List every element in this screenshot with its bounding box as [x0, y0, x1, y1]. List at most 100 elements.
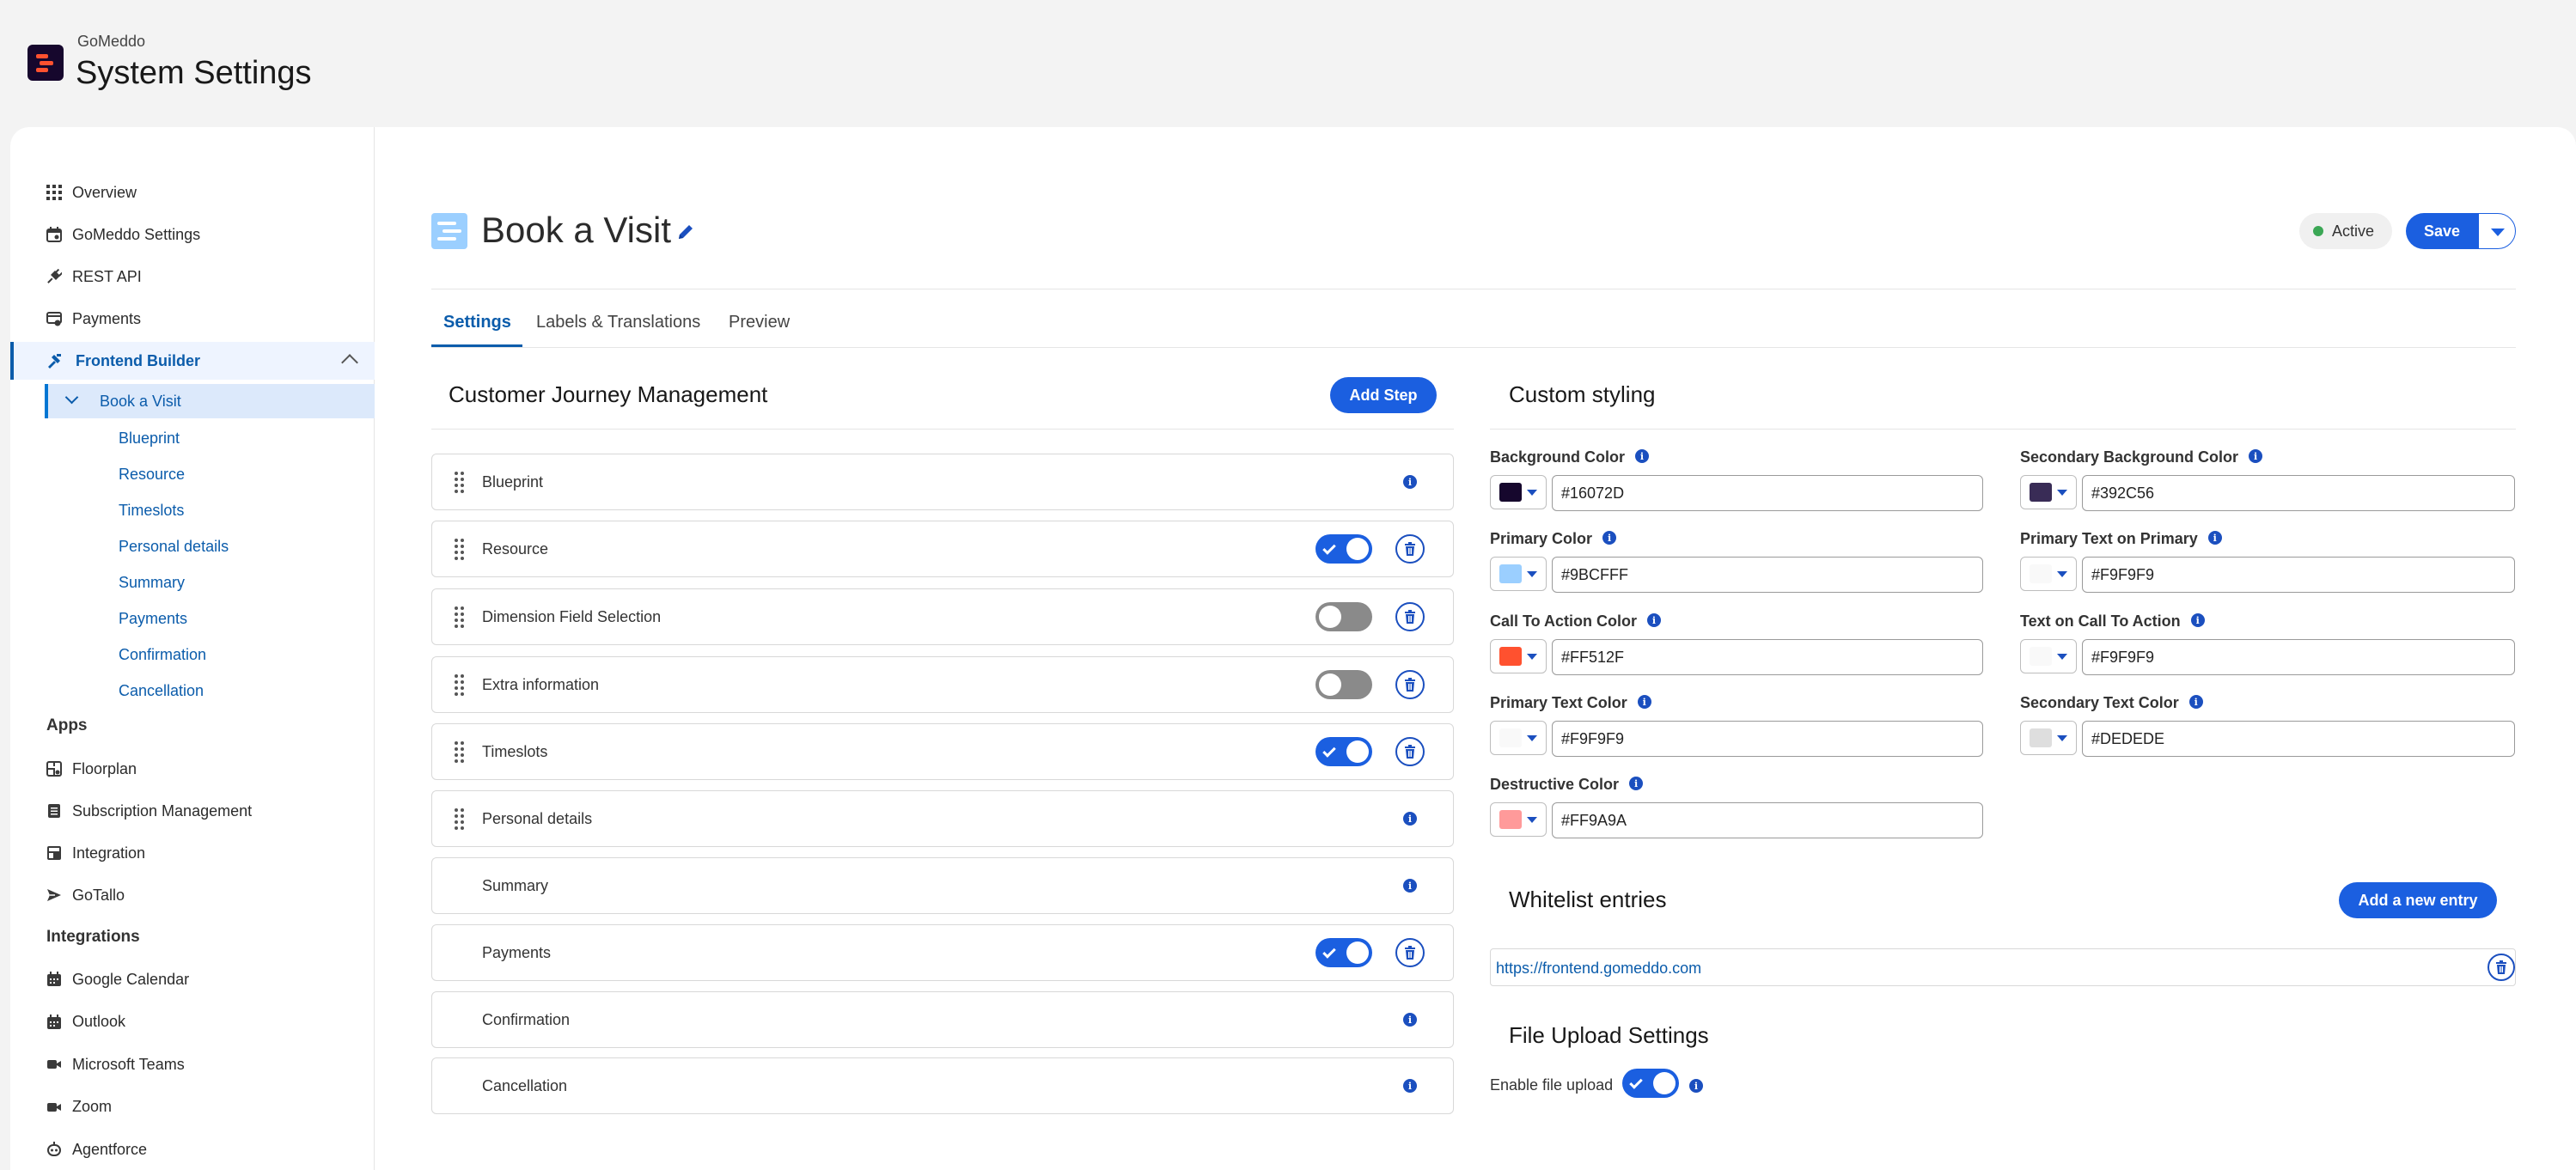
drag-handle-icon[interactable]: [455, 539, 465, 561]
add-step-button[interactable]: Add Step: [1330, 377, 1437, 413]
sidebar-item-agentforce[interactable]: Agentforce: [10, 1130, 375, 1168]
destructive-color-input[interactable]: #FF9A9A: [1552, 802, 1983, 838]
drag-handle-icon[interactable]: [455, 808, 465, 831]
info-icon[interactable]: i: [1403, 1013, 1417, 1027]
color-swatch: [1499, 483, 1522, 502]
save-options-dropdown[interactable]: [2478, 213, 2516, 249]
primary-color-input[interactable]: #9BCFFF: [1552, 557, 1983, 593]
sidebar-link-timeslots[interactable]: Timeslots: [119, 502, 184, 520]
primary-text-color-input[interactable]: #F9F9F9: [1552, 721, 1983, 757]
info-icon[interactable]: i: [1403, 879, 1417, 893]
trash-icon: [1405, 610, 1415, 624]
primary-text-on-primary-picker[interactable]: [2020, 557, 2077, 591]
background-color-label: Background Color: [1490, 448, 1625, 466]
tab-labels-translations[interactable]: Labels & Translations: [536, 313, 700, 332]
chevron-up-icon[interactable]: [341, 354, 358, 371]
sidebar-link-payments[interactable]: Payments: [119, 610, 187, 628]
sidebar-item-label: Integration: [72, 844, 146, 862]
journey-step-name: Extra information: [482, 676, 600, 693]
destructive-color-picker[interactable]: [1490, 802, 1547, 837]
sidebar-link-resource[interactable]: Resource: [119, 466, 185, 484]
sidebar-link-personal-details[interactable]: Personal details: [119, 538, 229, 556]
tab-preview[interactable]: Preview: [729, 313, 790, 332]
delete-whitelist-entry-button[interactable]: [2487, 954, 2515, 981]
sidebar-link-confirmation[interactable]: Confirmation: [119, 646, 206, 664]
info-icon[interactable]: i: [1637, 695, 1651, 709]
info-icon[interactable]: i: [2188, 695, 2203, 709]
delete-step-button[interactable]: [1395, 670, 1425, 699]
sidebar-link-blueprint[interactable]: Blueprint: [119, 430, 180, 448]
sidebar-item-rest-api[interactable]: REST API: [10, 258, 375, 296]
sidebar-item-label: Zoom: [72, 1098, 113, 1115]
color-swatch: [1499, 647, 1522, 666]
sidebar-link-cancellation[interactable]: Cancellation: [119, 682, 204, 700]
info-icon[interactable]: i: [2207, 531, 2222, 545]
info-icon[interactable]: i: [2190, 613, 2205, 627]
secondary-text-color-picker[interactable]: [2020, 721, 2077, 755]
sidebar-item-gotallo[interactable]: GoTallo: [10, 876, 375, 914]
background-color-input[interactable]: #16072D: [1552, 475, 1983, 511]
delete-step-button[interactable]: [1395, 602, 1425, 631]
add-whitelist-entry-button[interactable]: Add a new entry: [2339, 882, 2497, 918]
call-to-action-color-input[interactable]: #FF512F: [1552, 639, 1983, 675]
drag-handle-icon[interactable]: [455, 606, 465, 629]
background-color-picker[interactable]: [1490, 475, 1547, 509]
delete-step-button[interactable]: [1395, 737, 1425, 766]
caret-down-icon: [1527, 817, 1537, 823]
primary-color-picker[interactable]: [1490, 557, 1547, 591]
sidebar-item-gomeddo-settings[interactable]: GoMeddo Settings: [10, 216, 375, 253]
primary-text-on-primary-input[interactable]: #F9F9F9: [2082, 557, 2515, 593]
info-icon[interactable]: i: [2249, 449, 2263, 463]
call-to-action-color-picker[interactable]: [1490, 639, 1547, 673]
drag-handle-icon[interactable]: [455, 674, 465, 697]
field-label-text: Secondary Background Color: [2020, 448, 2239, 466]
sidebar-item-overview[interactable]: Overview: [10, 174, 375, 211]
gomeddo-logo-icon: [27, 45, 64, 81]
field-label-text: Primary Color: [1490, 530, 1593, 547]
sidebar-item-google-calendar[interactable]: Google Calendar: [10, 960, 375, 998]
info-icon[interactable]: i: [1647, 613, 1661, 627]
sidebar-item-payments[interactable]: Payments: [10, 300, 375, 338]
sidebar-item-floorplan[interactable]: Floorplan: [10, 750, 375, 788]
info-icon[interactable]: i: [1403, 475, 1417, 489]
sidebar-subitem-book-a-visit[interactable]: Book a Visit: [45, 384, 375, 418]
info-icon[interactable]: i: [1403, 812, 1417, 826]
apps-heading: Apps: [46, 716, 88, 734]
tab-settings[interactable]: Settings: [443, 313, 511, 332]
save-button[interactable]: Save: [2406, 213, 2478, 249]
sidebar-item-zoom[interactable]: Zoom: [10, 1088, 375, 1126]
styling-divider: [1490, 429, 2516, 430]
info-icon[interactable]: i: [1689, 1079, 1703, 1093]
sidebar-item-outlook[interactable]: Outlook: [10, 1003, 375, 1041]
calendar-icon: [45, 970, 64, 989]
sidebar-item-frontend-builder[interactable]: Frontend Builder: [10, 342, 375, 380]
step-toggle[interactable]: [1315, 737, 1372, 766]
caret-down-icon: [1527, 571, 1537, 577]
primary-text-color-picker[interactable]: [1490, 721, 1547, 755]
step-toggle[interactable]: [1315, 534, 1372, 564]
delete-step-button[interactable]: [1395, 534, 1425, 564]
secondary-background-color-picker[interactable]: [2020, 475, 2077, 509]
secondary-text-color-input[interactable]: #DEDEDE: [2082, 721, 2515, 757]
info-icon[interactable]: i: [1403, 1079, 1417, 1093]
info-icon[interactable]: i: [1635, 449, 1650, 463]
delete-step-button[interactable]: [1395, 938, 1425, 967]
info-icon[interactable]: i: [1602, 531, 1617, 545]
drag-handle-icon[interactable]: [455, 741, 465, 764]
step-toggle[interactable]: [1315, 670, 1372, 699]
text-on-call-to-action-input[interactable]: #F9F9F9: [2082, 639, 2515, 675]
drag-handle-icon[interactable]: [455, 472, 465, 494]
sidebar-link-summary[interactable]: Summary: [119, 574, 185, 592]
file-upload-toggle[interactable]: [1622, 1069, 1679, 1098]
whitelist-entry-url[interactable]: https://frontend.gomeddo.com: [1496, 960, 1701, 978]
sidebar-item-integration[interactable]: Integration: [10, 834, 375, 872]
text-on-call-to-action-picker[interactable]: [2020, 639, 2077, 673]
step-toggle[interactable]: [1315, 602, 1372, 631]
sidebar-item-microsoft-teams[interactable]: Microsoft Teams: [10, 1045, 375, 1083]
secondary-background-color-input[interactable]: #392C56: [2082, 475, 2515, 511]
info-icon[interactable]: i: [1629, 777, 1644, 790]
step-toggle[interactable]: [1315, 938, 1372, 967]
edit-pencil-icon[interactable]: [675, 222, 696, 242]
calendar-settings-icon: [45, 225, 64, 244]
sidebar-item-subscription-management[interactable]: Subscription Management: [10, 792, 375, 830]
